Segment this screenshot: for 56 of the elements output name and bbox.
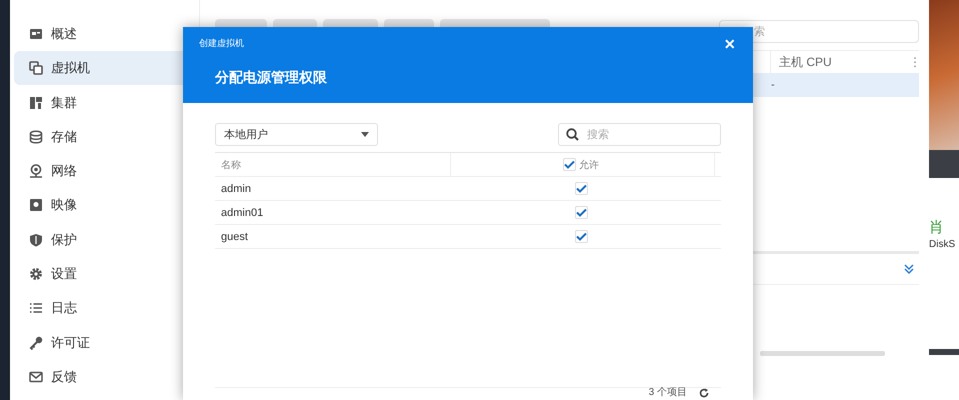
nav-icon	[29, 198, 43, 212]
nav-icon	[29, 301, 43, 316]
sidebar-item[interactable]: 网络	[14, 154, 199, 188]
search-field[interactable]: 搜索	[558, 123, 721, 146]
nav-label: 概述	[51, 25, 77, 43]
panel-bar	[929, 150, 959, 178]
nav-icon	[29, 27, 43, 41]
nav-label: 映像	[51, 196, 77, 214]
column-menu-button[interactable]: ⋮	[909, 55, 919, 69]
column-header[interactable]: 允许	[579, 158, 599, 172]
expand-icon[interactable]	[903, 263, 915, 275]
checkbox[interactable]	[575, 206, 588, 219]
refresh-icon[interactable]	[699, 388, 709, 398]
sidebar-item[interactable]: 设置	[14, 257, 199, 292]
nav-label: 虚拟机	[51, 59, 90, 78]
nav-label: 网络	[51, 162, 77, 180]
nav-icon	[29, 61, 43, 76]
nav-label: 设置	[51, 265, 77, 284]
user-name: guest	[220, 230, 249, 242]
nav-icon	[29, 96, 43, 110]
nav-label: 集群	[51, 94, 77, 112]
caption-text: DiskS	[929, 239, 956, 250]
checkbox[interactable]	[575, 182, 588, 195]
sidebar-item[interactable]: 概述	[14, 17, 199, 51]
user-name: admin01	[220, 206, 264, 218]
item-count: 3 个项目	[648, 388, 687, 398]
user-type-dropdown[interactable]: 本地用户	[215, 123, 378, 146]
scrollbar[interactable]	[760, 351, 885, 356]
user-name: admin	[220, 182, 252, 194]
checkbox[interactable]	[575, 230, 588, 243]
caret-icon	[361, 132, 369, 137]
nav-icon	[29, 130, 43, 144]
sidebar-item[interactable]: 日志	[14, 291, 199, 326]
column-header[interactable]: 名称	[215, 153, 451, 176]
nav-icon	[29, 232, 43, 247]
window-title: 创建虚拟机	[199, 37, 244, 50]
checkbox[interactable]	[563, 158, 576, 171]
sidebar-item[interactable]: 存储	[14, 120, 199, 154]
sidebar-item[interactable]: 映像	[14, 188, 199, 222]
sidebar-item[interactable]: 反馈	[14, 360, 199, 394]
sidebar-item[interactable]: 集群	[14, 86, 199, 120]
panel-bar	[929, 349, 959, 355]
sidebar-item[interactable]: 保护	[14, 222, 199, 257]
nav-label: 许可证	[51, 334, 90, 352]
nav-label: 反馈	[51, 368, 77, 386]
sidebar-item[interactable]: 许可证	[14, 326, 199, 360]
nav-icon	[29, 336, 43, 350]
nav-icon	[29, 267, 43, 282]
status-text: 肖	[929, 218, 945, 237]
nav-label: 日志	[51, 299, 77, 318]
nav-icon	[29, 164, 43, 178]
nav-label: 保护	[51, 230, 77, 249]
search-icon	[566, 128, 579, 141]
dialog-title: 分配电源管理权限	[215, 69, 327, 87]
nav-label: 存储	[51, 128, 77, 146]
nav-icon	[29, 370, 43, 384]
